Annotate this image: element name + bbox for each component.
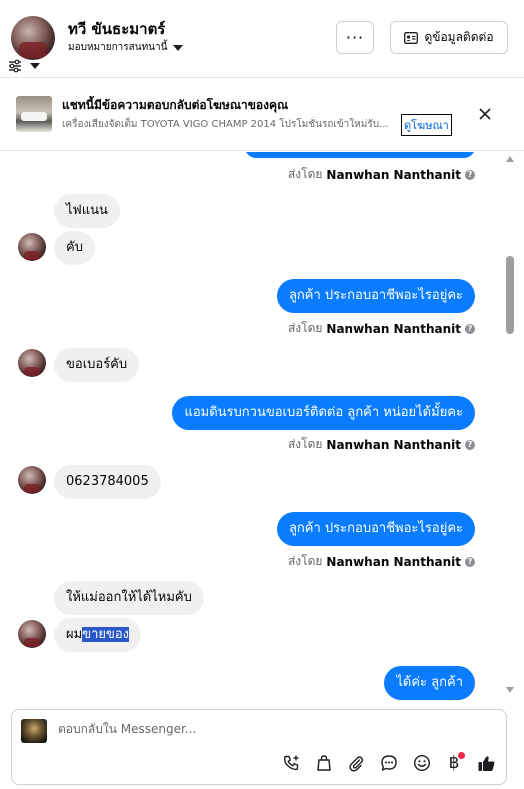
- sender-name: Nanwhan Nanthanit: [326, 554, 461, 569]
- assign-conversation-dropdown[interactable]: มอบหมายการสนทนานี้: [68, 40, 184, 55]
- sent-by-label: ส่งโดย Nanwhan Nanthanit?: [288, 319, 475, 338]
- sender-avatar[interactable]: [18, 466, 46, 494]
- message-bubble-incoming[interactable]: ให้แม่ออกให้ได้ไหมคับ: [54, 581, 204, 615]
- message-composer: ฿: [11, 709, 507, 785]
- ad-thumbnail: [16, 96, 52, 132]
- ad-banner-text: เครื่องเสียงจัดเต็ม TOYOTA VIGO CHAMP 20…: [62, 119, 389, 130]
- thumbs-up-icon[interactable]: [475, 752, 497, 774]
- assign-label: มอบหมายการสนทนานี้: [68, 42, 168, 53]
- message-bubble-incoming[interactable]: ผมขายของ: [54, 618, 142, 652]
- message-bubble-incoming[interactable]: 0623784005: [54, 465, 161, 499]
- conversation-header: ทวี ขันธะมาตร์ มอบหมายการสนทนานี้ ··· ดู…: [0, 0, 524, 78]
- sender-name: Nanwhan Nanthanit: [326, 321, 461, 336]
- more-options-button[interactable]: ···: [336, 21, 374, 54]
- close-icon[interactable]: [476, 105, 494, 123]
- filter-dropdown[interactable]: [8, 59, 40, 73]
- info-icon[interactable]: ?: [465, 439, 475, 450]
- paperclip-icon[interactable]: [345, 752, 367, 774]
- selected-text: ขายของ: [82, 627, 130, 642]
- message-bubble-outgoing[interactable]: แอมดินรบกวนขอเบอร์ติดต่อ ลูกค้า หน่อยได้…: [172, 396, 475, 430]
- emoji-icon[interactable]: [411, 752, 433, 774]
- sender-avatar[interactable]: [18, 233, 46, 261]
- view-contact-info-label: ดูข้อมูลติดต่อ: [424, 30, 494, 44]
- sender-avatar[interactable]: [18, 349, 46, 377]
- baht-icon[interactable]: ฿: [443, 752, 465, 774]
- message-bubble-incoming[interactable]: ขอเบอร์คับ: [54, 348, 140, 382]
- message-bubble-outgoing[interactable]: [245, 152, 475, 158]
- sent-by-label: ส่งโดย Nanwhan Nanthanit?: [288, 435, 475, 454]
- sent-by-label: ส่งโดย Nanwhan Nanthanit?: [288, 165, 475, 184]
- info-icon[interactable]: ?: [465, 556, 475, 567]
- page-avatar: [21, 719, 47, 743]
- phone-add-icon[interactable]: [281, 752, 303, 774]
- sent-by-label: ส่งโดย Nanwhan Nanthanit?: [288, 552, 475, 571]
- message-scrollbar[interactable]: [504, 152, 516, 696]
- message-bubble-outgoing[interactable]: ลูกค้า ประกอบอาชีพอะไรอยู่คะ: [276, 512, 475, 546]
- message-thread[interactable]: ส่งโดย Nanwhan Nanthanit? ไฟแนน คับ ลูกค้…: [0, 152, 524, 704]
- scroll-up-arrow-icon[interactable]: [506, 156, 514, 162]
- sender-name: Nanwhan Nanthanit: [326, 437, 461, 452]
- info-icon[interactable]: ?: [465, 323, 475, 334]
- message-text: ผม: [66, 627, 83, 642]
- view-ad-link[interactable]: ดูโฆษณา: [401, 114, 452, 136]
- info-icon[interactable]: ?: [465, 169, 475, 180]
- shopping-bag-icon[interactable]: [313, 752, 335, 774]
- contact-avatar[interactable]: [11, 16, 55, 60]
- message-bubble-outgoing[interactable]: ได้ค่ะ ลูกค้า: [384, 666, 475, 700]
- scroll-down-arrow-icon[interactable]: [506, 687, 514, 693]
- message-bubble-incoming[interactable]: คับ: [54, 231, 95, 265]
- chevron-down-icon: [173, 44, 184, 51]
- message-bubble-outgoing[interactable]: ลูกค้า ประกอบอาชีพอะไรอยู่คะ: [276, 279, 475, 313]
- reply-input[interactable]: [58, 722, 458, 736]
- ad-banner-title: แชทนี้มีข้อความตอบกลับต่อโฆษณาของคุณ: [62, 98, 289, 112]
- message-bubble-incoming[interactable]: ไฟแนน: [54, 194, 120, 228]
- sender-avatar[interactable]: [18, 620, 46, 648]
- view-contact-info-button[interactable]: ดูข้อมูลติดต่อ: [390, 21, 508, 54]
- chat-bubble-icon[interactable]: [378, 752, 400, 774]
- ad-reply-banner: แชทนี้มีข้อความตอบกลับต่อโฆษณาของคุณ เคร…: [0, 79, 524, 151]
- chevron-down-icon: [30, 63, 40, 69]
- notification-dot: [458, 752, 465, 759]
- sliders-icon: [9, 59, 21, 73]
- sender-name: Nanwhan Nanthanit: [326, 167, 461, 182]
- scrollbar-thumb[interactable]: [506, 256, 514, 334]
- contact-card-icon: [404, 31, 419, 44]
- contact-name[interactable]: ทวี ขันธะมาตร์: [68, 17, 165, 41]
